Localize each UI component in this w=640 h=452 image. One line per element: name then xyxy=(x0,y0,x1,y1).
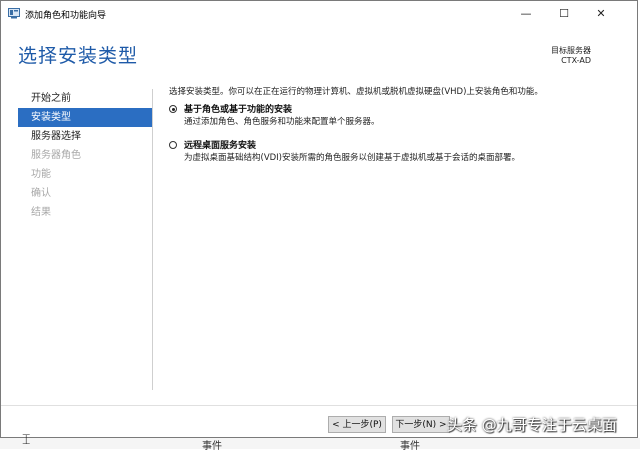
destination-server-label: 目标服务器 xyxy=(551,46,591,55)
footer-divider xyxy=(1,405,637,406)
remote-desktop-title: 远程桌面服务安装 xyxy=(184,141,257,151)
nav-item-server-selection[interactable]: 服务器选择 xyxy=(18,127,152,146)
wizard-window: 添加角色和功能向导 — ☐ ✕ 选择安装类型 目标服务器 CTX-AD 开始之前… xyxy=(0,0,638,438)
next-button[interactable]: 下一步(N) > xyxy=(392,416,450,433)
nav-item-before-you-begin[interactable]: 开始之前 xyxy=(18,89,152,108)
minimize-button[interactable]: — xyxy=(508,1,544,27)
nav-item-features: 功能 xyxy=(31,169,51,180)
nav-item-results: 结果 xyxy=(31,207,51,218)
title-bar[interactable]: 添加角色和功能向导 — ☐ ✕ xyxy=(1,1,637,27)
watermark: 头条 @九哥专注于云桌面 xyxy=(447,416,617,434)
nav-item-server-roles: 服务器角色 xyxy=(31,150,81,161)
option-role-based[interactable]: 基于角色或基于功能的安装 通过添加角色、角色服务和功能来配置单个服务器。 xyxy=(169,104,629,128)
background-events-label-1: 事件 xyxy=(202,441,222,452)
intro-text: 选择安装类型。你可以在正在运行的物理计算机、虚拟机或脱机虚拟硬盘(VHD)上安装… xyxy=(169,87,543,97)
nav-item-installation-type[interactable]: 安装类型 xyxy=(18,108,152,127)
previous-button[interactable]: < 上一步(P) xyxy=(328,416,386,433)
background-events-label-2: 事件 xyxy=(400,441,420,452)
nav-item-confirmation: 确认 xyxy=(31,188,51,199)
remote-desktop-desc: 为虚拟桌面基础结构(VDI)安装所需的角色服务以创建基于虚拟机或基于会话的桌面部… xyxy=(184,153,521,163)
option-remote-desktop[interactable]: 远程桌面服务安装 为虚拟桌面基础结构(VDI)安装所需的角色服务以创建基于虚拟机… xyxy=(169,140,629,164)
role-based-desc: 通过添加角色、角色服务和功能来配置单个服务器。 xyxy=(184,117,380,127)
destination-server-value: CTX-AD xyxy=(561,56,591,65)
nav-divider xyxy=(152,89,153,390)
remote-desktop-radio[interactable] xyxy=(169,141,177,149)
server-manager-icon xyxy=(8,8,20,19)
role-based-title: 基于角色或基于功能的安装 xyxy=(184,105,293,115)
wizard-nav: 开始之前 安装类型 服务器选择 服务器角色 功能 确认 结果 xyxy=(18,89,152,222)
page-title: 选择安装类型 xyxy=(18,45,139,67)
close-button[interactable]: ✕ xyxy=(583,1,619,27)
background-window xyxy=(0,438,640,449)
role-based-radio[interactable] xyxy=(169,105,177,113)
maximize-button[interactable]: ☐ xyxy=(546,1,582,27)
text-cursor-icon: ⌶ xyxy=(22,432,31,448)
content-panel: 选择安装类型。你可以在正在运行的物理计算机、虚拟机或脱机虚拟硬盘(VHD)上安装… xyxy=(169,85,629,176)
window-title: 添加角色和功能向导 xyxy=(25,11,107,21)
